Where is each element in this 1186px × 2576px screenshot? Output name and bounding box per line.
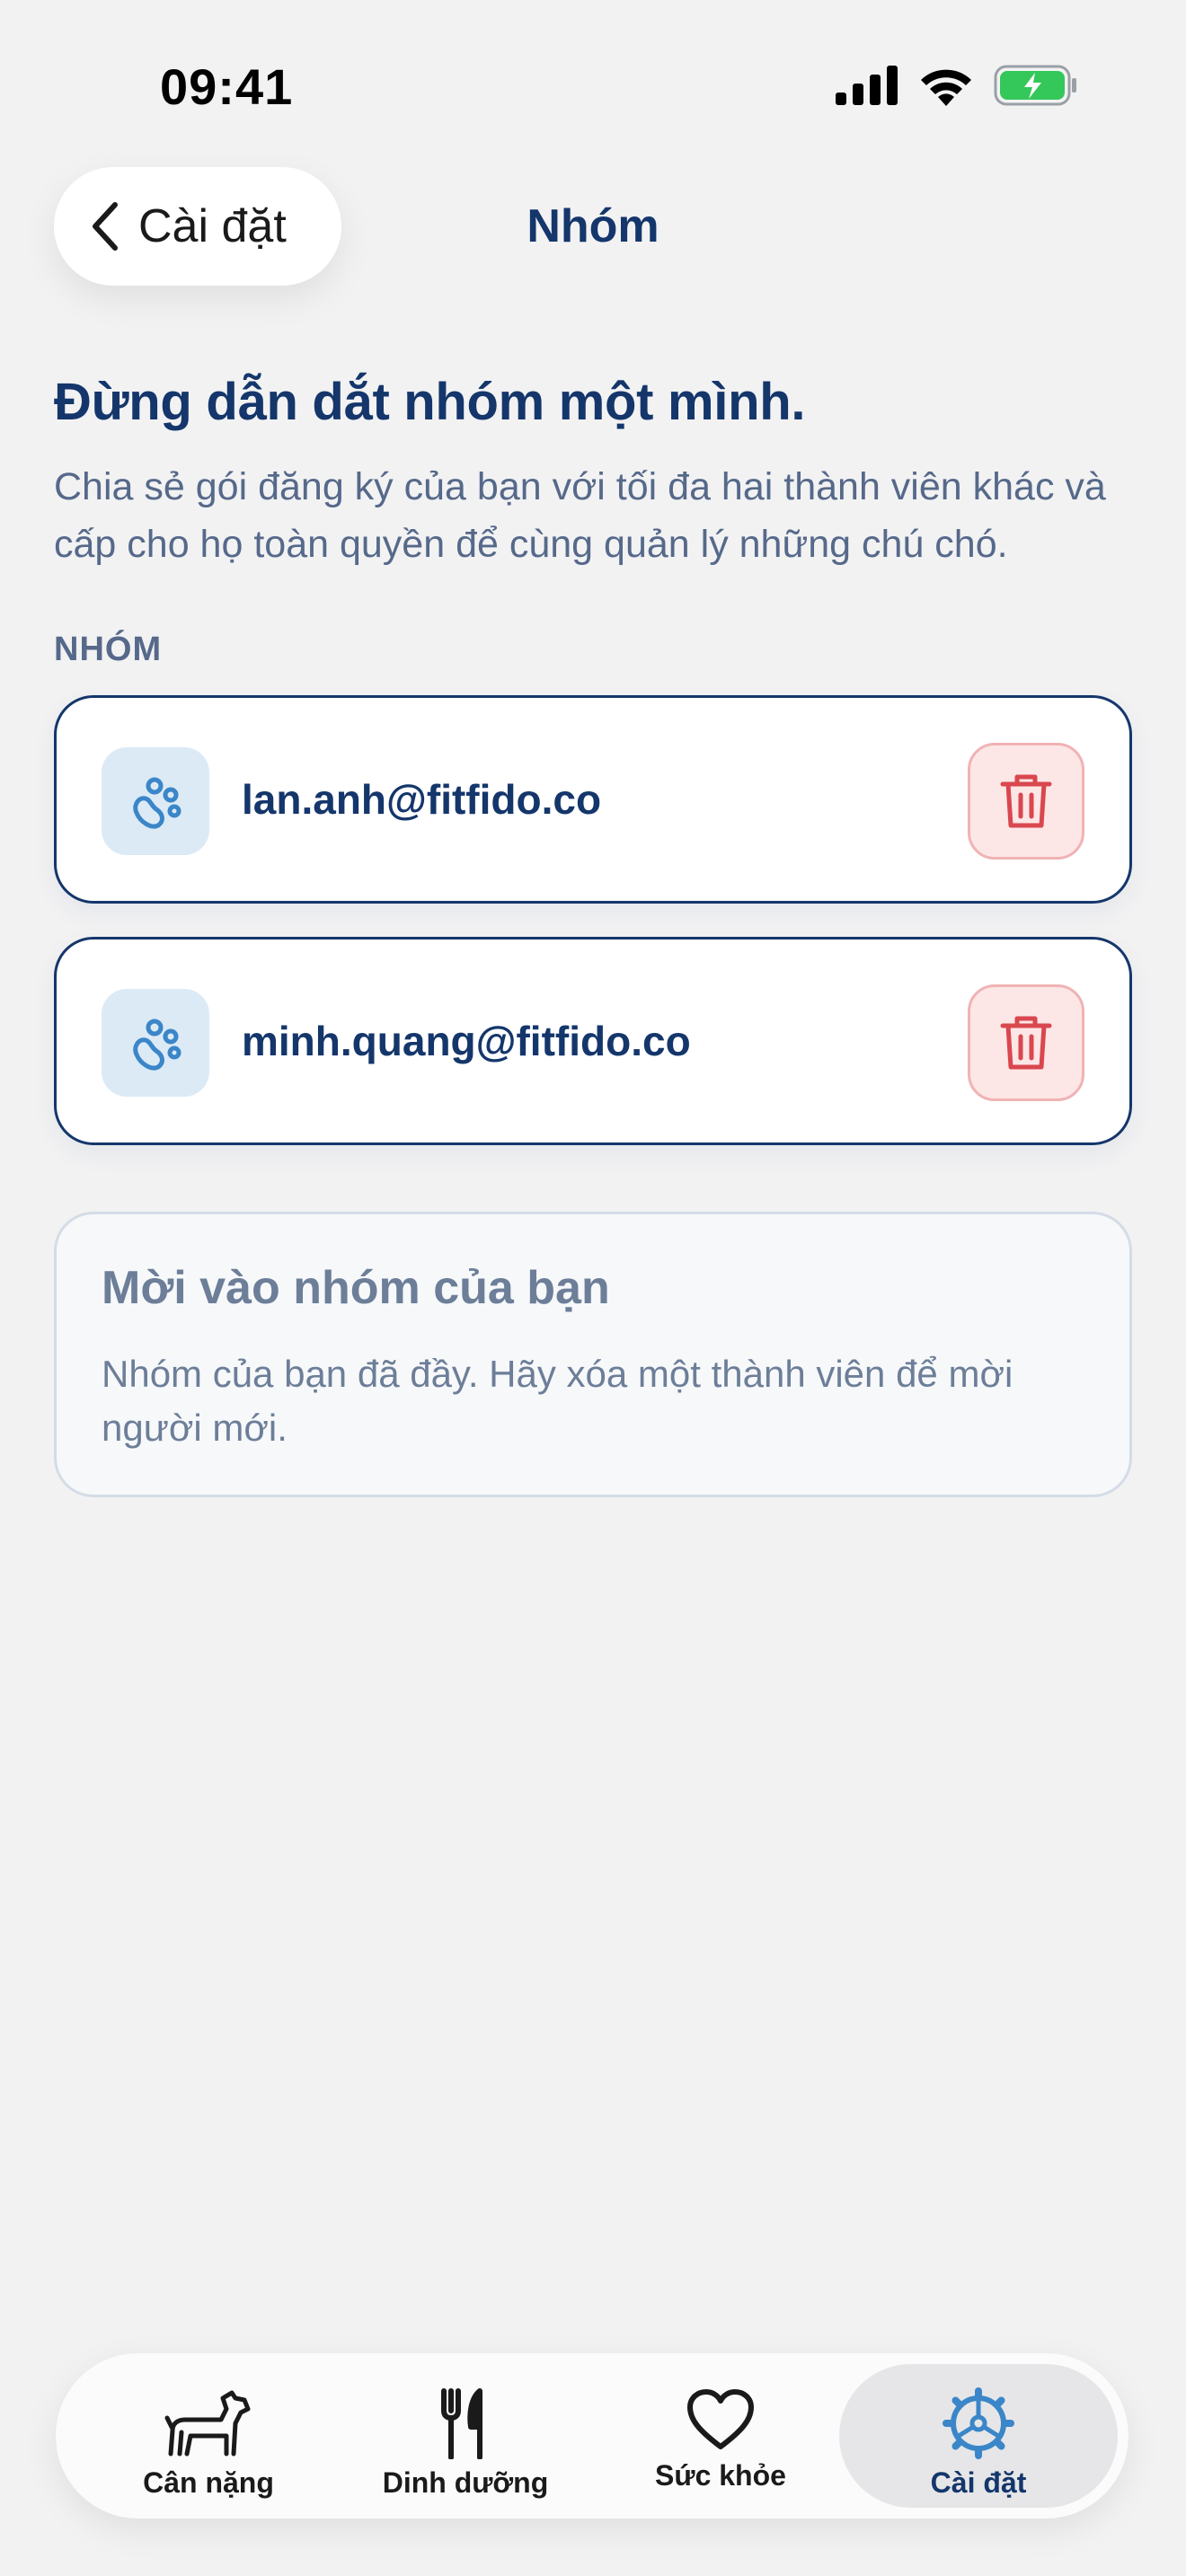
member-email: minh.quang@fitfido.co bbox=[242, 1018, 691, 1064]
trash-icon bbox=[1000, 1016, 1052, 1070]
tab-health[interactable]: Sức khỏe bbox=[595, 2364, 846, 2508]
paw-icon bbox=[102, 989, 209, 1097]
member-card: lan.anh@fitfido.co bbox=[54, 695, 1132, 904]
invite-title: Mời vào nhóm của bạn bbox=[102, 1262, 610, 1314]
dog-icon bbox=[164, 2390, 251, 2457]
tab-bar: Cân nặng Dinh dưỡng Sức khỏe Cài đặt bbox=[56, 2353, 1128, 2519]
trash-icon bbox=[1000, 774, 1052, 828]
headline: Đừng dẫn dắt nhóm một mình. bbox=[54, 373, 806, 431]
status-time: 09:41 bbox=[160, 58, 294, 115]
paw-icon bbox=[102, 747, 209, 855]
tab-label: Cân nặng bbox=[143, 2466, 274, 2499]
heart-icon bbox=[687, 2389, 754, 2449]
delete-member-button[interactable] bbox=[968, 743, 1084, 860]
battery-charging-icon bbox=[994, 65, 1076, 106]
invite-text: Nhóm của bạn đã đầy. Hãy xóa một thành v… bbox=[102, 1353, 1013, 1449]
tab-label: Sức khỏe bbox=[655, 2459, 786, 2492]
description: Chia sẻ gói đăng ký của bạn với tối đa h… bbox=[54, 465, 1106, 566]
fork-knife-icon bbox=[441, 2388, 482, 2459]
member-email: lan.anh@fitfido.co bbox=[242, 776, 602, 823]
invite-card: Mời vào nhóm của bạn Nhóm của bạn đã đầy… bbox=[54, 1212, 1132, 1497]
tab-settings[interactable]: Cài đặt bbox=[839, 2364, 1118, 2508]
tab-label: Cài đặt bbox=[930, 2466, 1027, 2499]
settings-gear-icon bbox=[943, 2387, 1014, 2459]
member-card: minh.quang@fitfido.co bbox=[54, 937, 1132, 1145]
tab-weight[interactable]: Cân nặng bbox=[83, 2364, 334, 2508]
tab-nutrition[interactable]: Dinh dưỡng bbox=[340, 2364, 591, 2508]
cellular-signal-icon bbox=[836, 66, 898, 105]
wifi-icon bbox=[921, 69, 971, 106]
page-title: Nhóm bbox=[527, 200, 659, 252]
tab-label: Dinh dưỡng bbox=[382, 2466, 549, 2499]
screen: 09:41 Cài đặt Nhóm Đừng dẫn dắt nhóm một… bbox=[0, 0, 1186, 2576]
delete-member-button[interactable] bbox=[968, 984, 1084, 1101]
status-icons bbox=[836, 65, 1078, 106]
section-label: NHÓM bbox=[54, 631, 163, 668]
